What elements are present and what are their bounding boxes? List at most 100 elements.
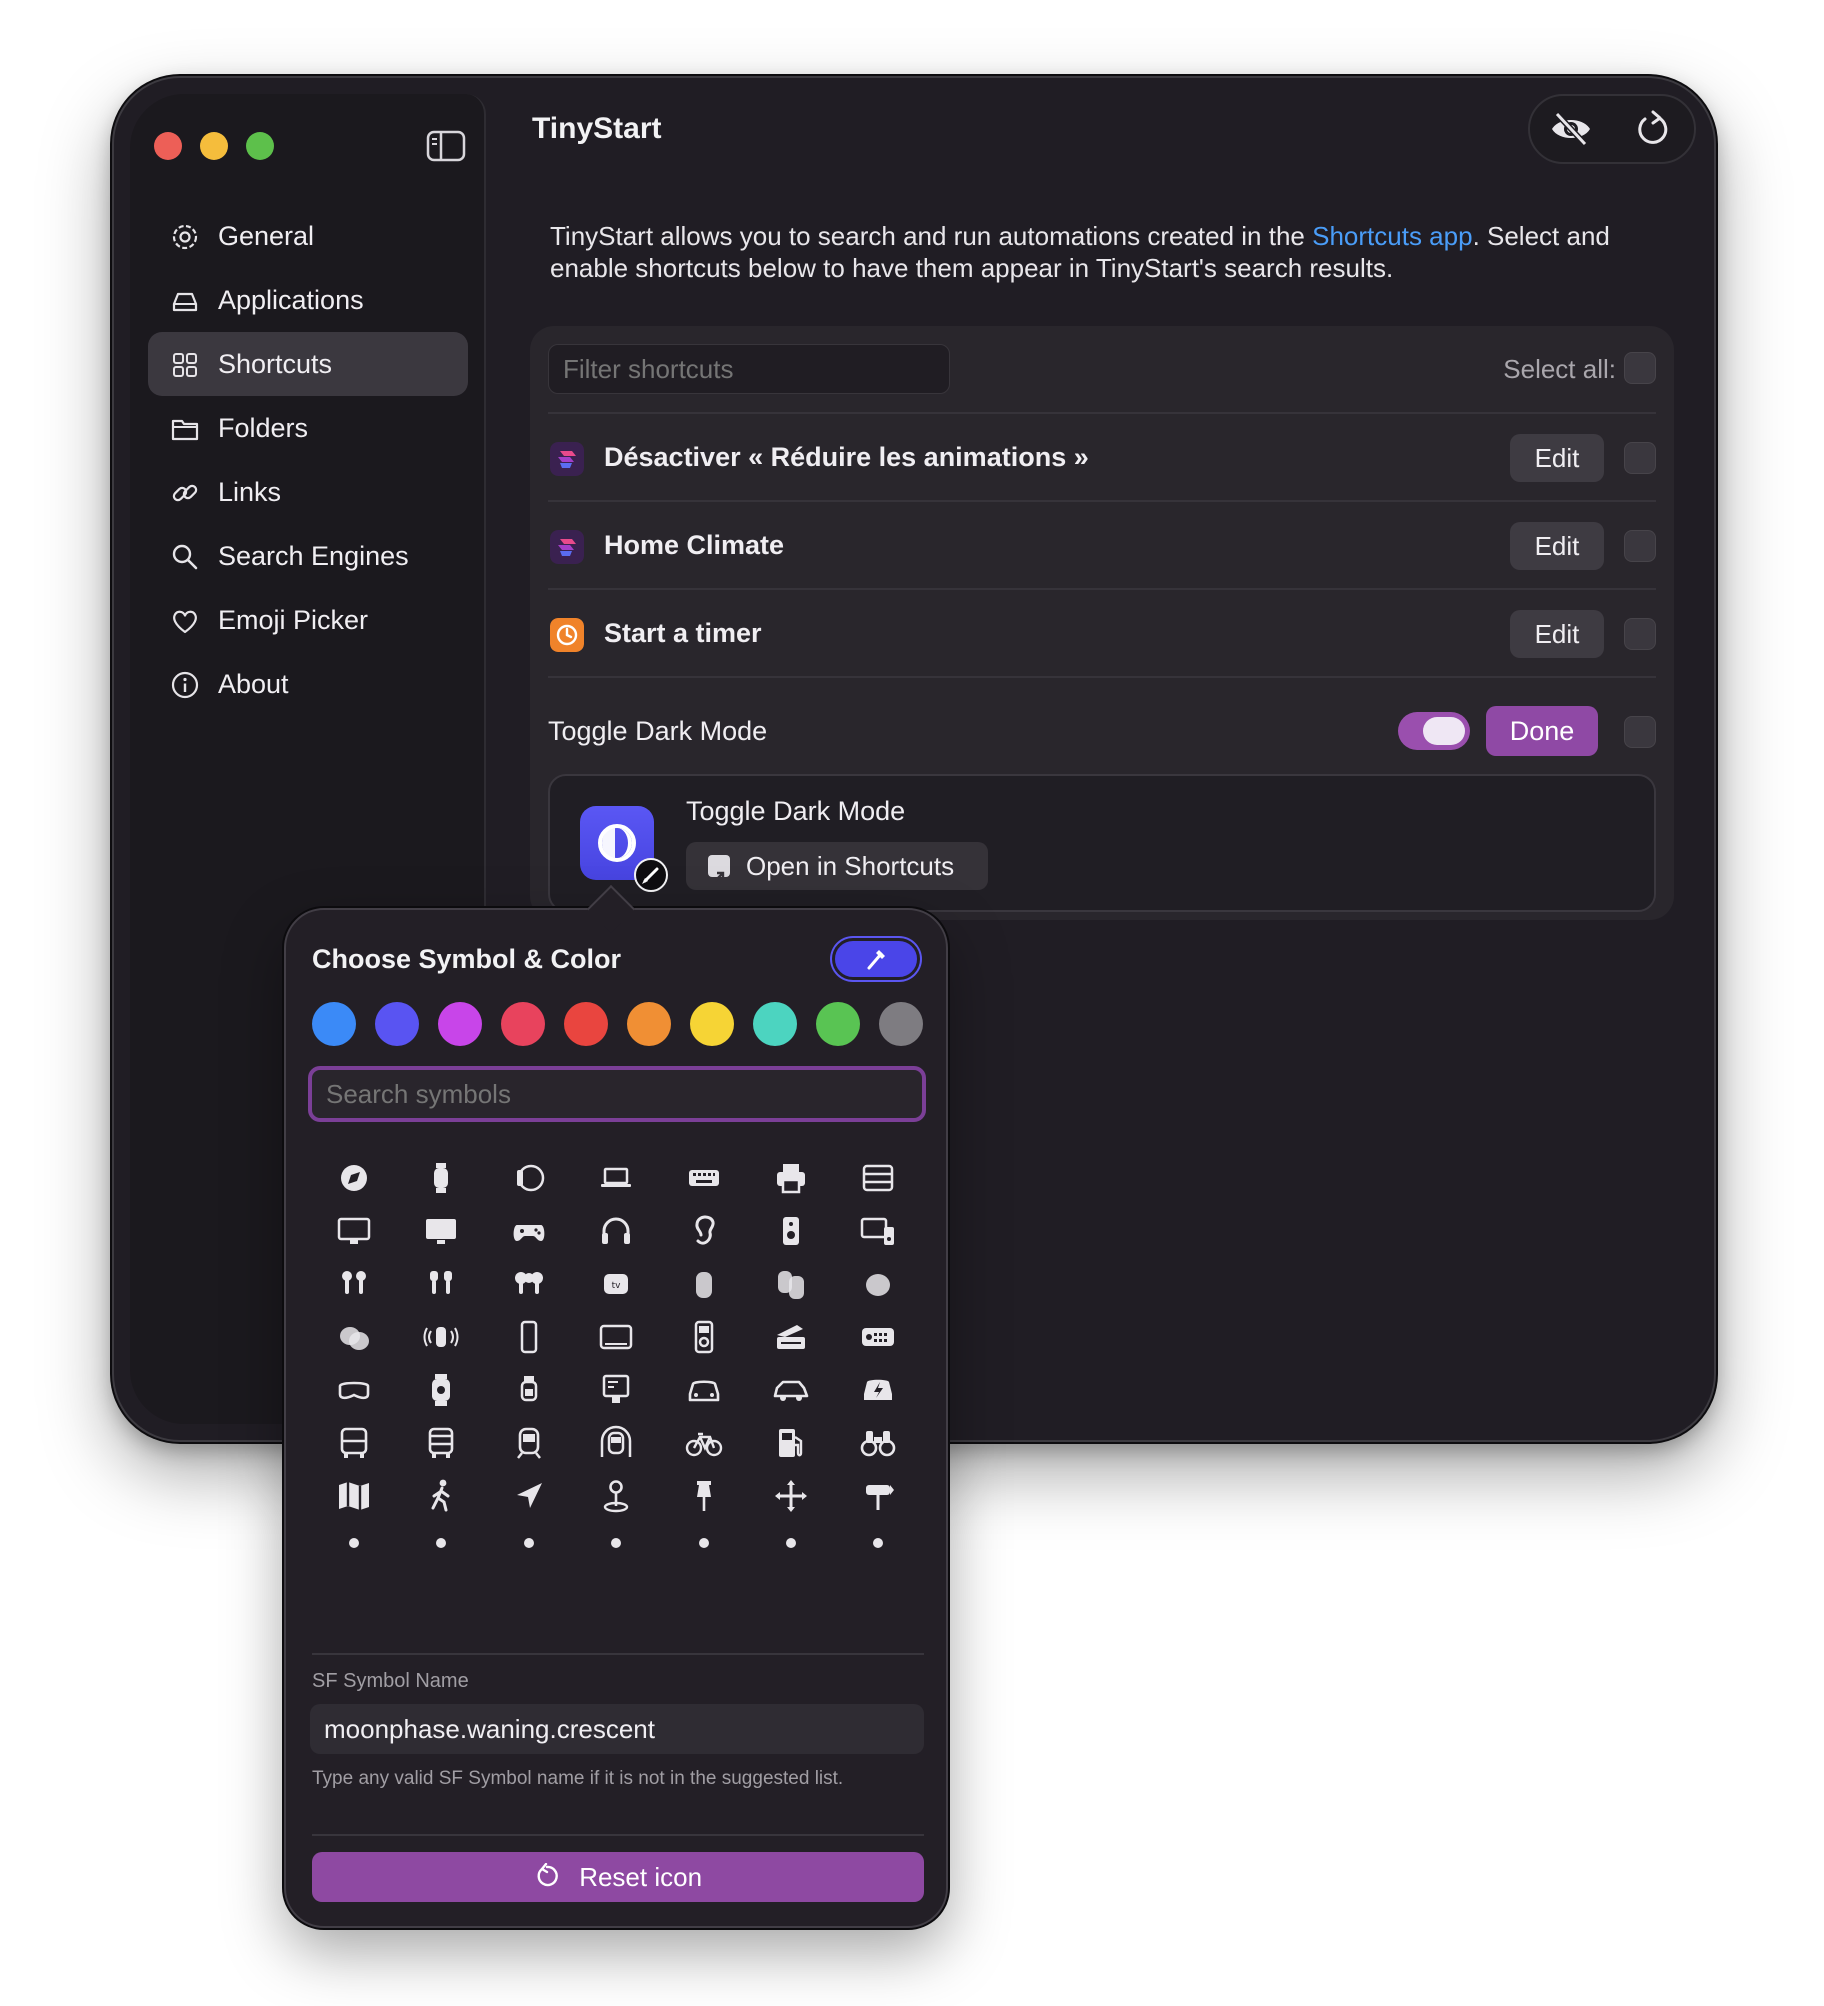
laptop-icon (601, 1167, 632, 1187)
shortcut-checkbox[interactable] (1624, 618, 1656, 650)
sidebar-toggle-icon[interactable] (426, 130, 466, 162)
sidebar-item-applications[interactable]: Applications (148, 268, 468, 332)
watch-icon (434, 1163, 449, 1193)
airpods-pro-icon (430, 1271, 453, 1294)
shortcut-detail-panel: Toggle Dark Mode Open in Shortcuts (548, 774, 1656, 912)
imac-icon (426, 1219, 457, 1244)
display-icon (337, 1217, 371, 1244)
edit-button[interactable]: Edit (1510, 610, 1604, 658)
intro-text: TinyStart allows you to search and run a… (550, 220, 1670, 284)
tram-tunnel-icon (600, 1425, 632, 1457)
shortcut-checkbox[interactable] (1624, 530, 1656, 562)
reset-icon-label: Reset icon (579, 1862, 703, 1892)
homepod-mini-icon (866, 1274, 891, 1296)
search-symbols-input[interactable] (308, 1066, 926, 1122)
divider (312, 1834, 924, 1836)
watch-round-icon (516, 1164, 545, 1192)
grid-icon (173, 353, 197, 377)
symbol-icon (523, 1538, 534, 1548)
color-swatch[interactable] (690, 1002, 734, 1046)
compass-icon (341, 1165, 367, 1191)
sidebar-item-label: General (218, 220, 315, 251)
edit-button[interactable]: Edit (1510, 434, 1604, 482)
eyedropper-button[interactable] (832, 938, 920, 980)
pin-icon (696, 1481, 711, 1511)
color-swatch[interactable] (879, 1002, 923, 1046)
open-in-shortcuts-label: Open in Shortcuts (746, 851, 955, 881)
sf-symbol-name-input[interactable]: moonphase.waning.crescent (310, 1704, 924, 1754)
map-icon (339, 1482, 369, 1510)
color-swatch[interactable] (753, 1002, 797, 1046)
hide-button[interactable] (1549, 107, 1593, 151)
symbol-grid: tv (312, 1146, 924, 1558)
select-all-label: Select all: (1503, 354, 1616, 384)
done-button[interactable]: Done (1486, 706, 1598, 756)
symbol-cell[interactable] (660, 1515, 748, 1558)
refresh-button[interactable] (1631, 107, 1675, 151)
signpost-icon (866, 1485, 895, 1510)
airpods-icon (342, 1271, 366, 1294)
minimize-window-button[interactable] (200, 132, 228, 160)
sidebar-item-shortcuts[interactable]: Shortcuts (148, 332, 468, 396)
color-swatches (312, 1002, 924, 1048)
symbol-cell[interactable] (747, 1515, 835, 1558)
symbol-icon (698, 1538, 709, 1548)
select-all-checkbox[interactable] (1624, 352, 1656, 384)
reset-icon-button[interactable]: Reset icon (312, 1852, 924, 1902)
gamecontroller-icon (513, 1225, 545, 1241)
shortcuts-app-link[interactable]: Shortcuts app (1312, 221, 1472, 251)
symbol-cell[interactable] (572, 1515, 660, 1558)
color-swatch[interactable] (312, 1002, 356, 1046)
shortcuts-app-icon (550, 442, 584, 476)
close-window-button[interactable] (154, 132, 182, 160)
brush-icon[interactable] (634, 858, 668, 892)
color-swatch[interactable] (501, 1002, 545, 1046)
hifispeaker-icon (783, 1217, 799, 1245)
sidebar-item-label: Shortcuts (218, 348, 333, 379)
sidebar-item-label: Emoji Picker (218, 604, 369, 635)
sidebar-item-emoji-picker[interactable]: Emoji Picker (148, 588, 468, 652)
color-swatch[interactable] (375, 1002, 419, 1046)
sidebar-item-search-engines[interactable]: Search Engines (148, 524, 468, 588)
symbol-color-popover: Choose Symbol & Color tv SF Symbol Name … (284, 884, 948, 1928)
divider (312, 1653, 924, 1655)
sidebar-item-general[interactable]: General (148, 204, 468, 268)
appletv-icon: tv (604, 1274, 629, 1294)
color-swatch[interactable] (816, 1002, 860, 1046)
sidebar-item-about[interactable]: About (148, 652, 468, 716)
sidebar-item-label: Folders (218, 412, 309, 443)
sidebar-item-label: Search Engines (218, 540, 409, 571)
symbol-cell[interactable] (312, 1515, 398, 1558)
edit-button[interactable]: Edit (1510, 522, 1604, 570)
divider (548, 676, 1656, 678)
color-swatch[interactable] (438, 1002, 482, 1046)
shortcuts-list-card: Select all: Désactiver « Réduire les ani… (530, 326, 1674, 920)
car-icon (688, 1380, 719, 1402)
detail-title: Toggle Dark Mode (686, 796, 906, 826)
sf-symbol-help: Type any valid SF Symbol name if it is n… (312, 1768, 844, 1789)
shortcut-checkbox[interactable] (1624, 716, 1656, 748)
keyboard-icon (688, 1170, 719, 1186)
ipad-landscape-icon (599, 1324, 633, 1350)
watch-band-icon (520, 1376, 538, 1402)
symbol-cell[interactable] (834, 1515, 922, 1558)
symbol-icon (349, 1538, 359, 1548)
location-arrow-icon (516, 1483, 542, 1508)
symbol-cell[interactable] (397, 1515, 485, 1558)
sidebar-item-label: About (218, 668, 289, 699)
sidebar-item-folders[interactable]: Folders (148, 396, 468, 460)
shortcut-row: Start a timer Edit (548, 590, 1656, 678)
symbol-cell[interactable] (485, 1515, 573, 1558)
color-swatch[interactable] (627, 1002, 671, 1046)
figure-walk-icon (431, 1479, 450, 1512)
color-swatch[interactable] (564, 1002, 608, 1046)
shortcut-checkbox[interactable] (1624, 442, 1656, 474)
mac-pro-display-icon (602, 1374, 630, 1403)
iphone-icon (520, 1320, 538, 1354)
symbol-icon (786, 1538, 796, 1548)
filter-shortcuts-input[interactable] (548, 344, 950, 394)
open-in-shortcuts-button[interactable]: Open in Shortcuts (686, 842, 988, 890)
sidebar-item-links[interactable]: Links (148, 460, 468, 524)
zoom-window-button[interactable] (246, 132, 274, 160)
enable-toggle[interactable] (1398, 712, 1470, 750)
